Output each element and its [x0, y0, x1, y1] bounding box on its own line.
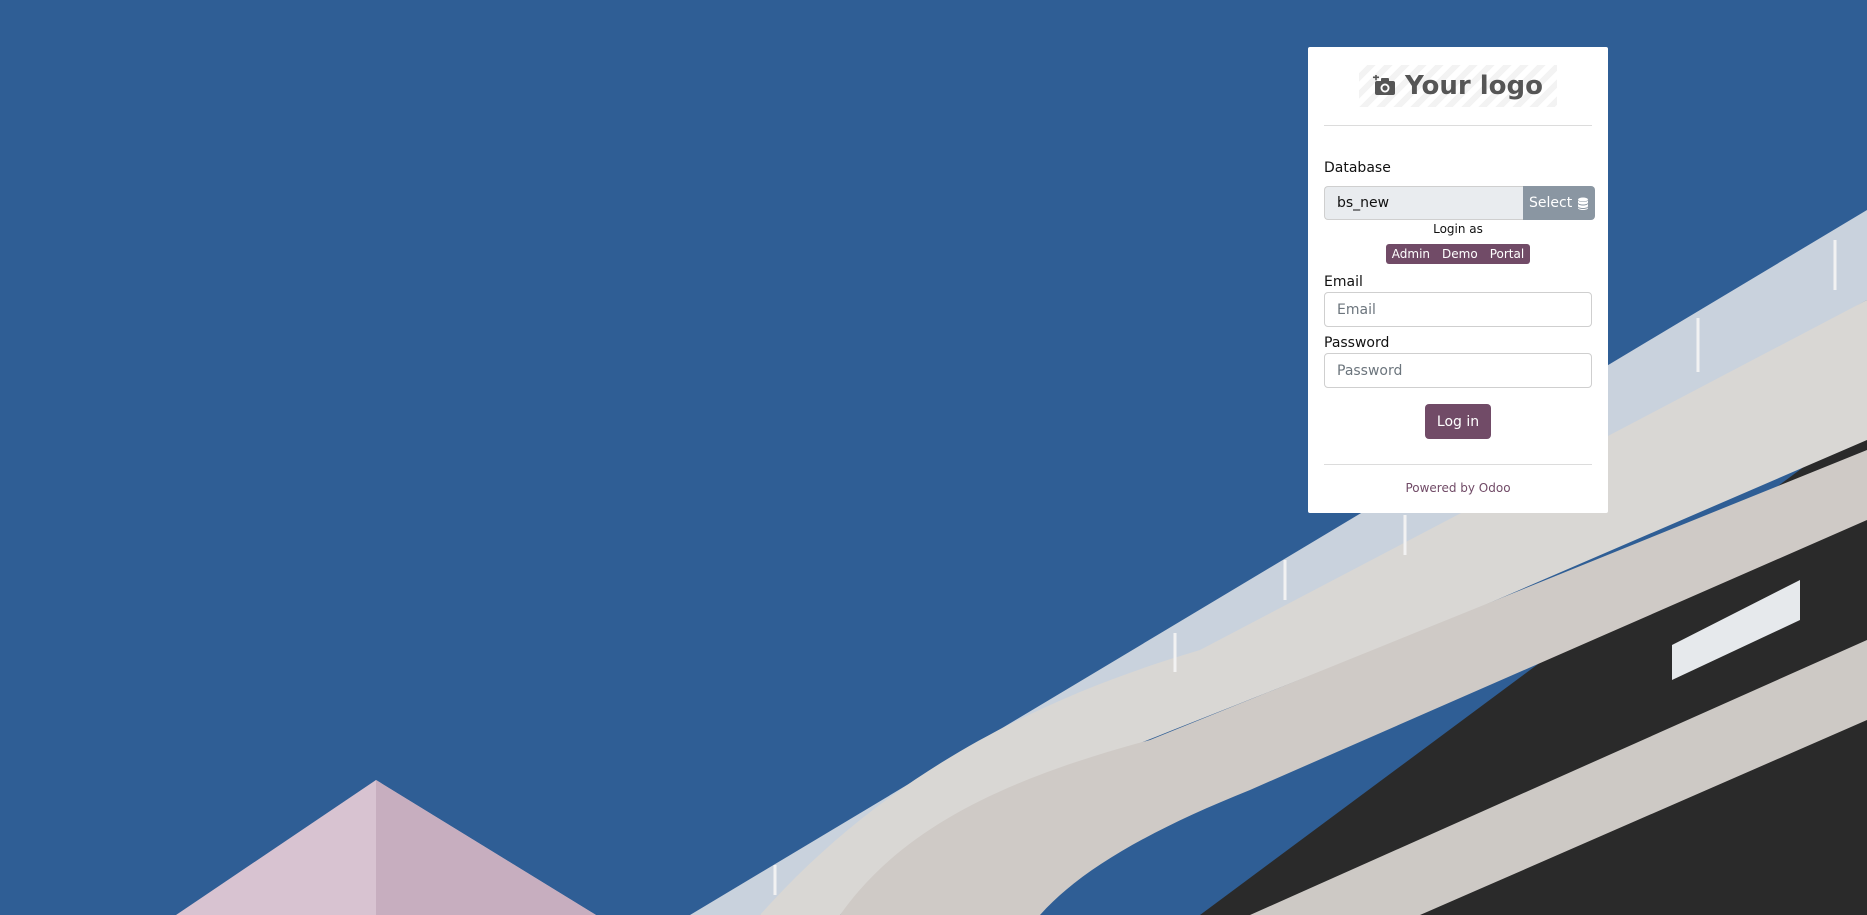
- password-field[interactable]: [1324, 353, 1592, 388]
- role-button-group: Admin Demo Portal: [1385, 244, 1531, 264]
- login-card: Your logo Database Select Login as Admin…: [1308, 47, 1608, 513]
- logo-text: Your logo: [1405, 71, 1543, 101]
- login-as-portal-button[interactable]: Portal: [1484, 244, 1530, 264]
- powered-by: Powered by Odoo: [1324, 481, 1592, 495]
- email-label: Email: [1324, 274, 1363, 290]
- select-database-label: Select: [1529, 195, 1573, 211]
- login-as-roles: Admin Demo Portal: [1324, 244, 1592, 264]
- login-as-demo-button[interactable]: Demo: [1436, 244, 1484, 264]
- footer-divider: [1324, 464, 1592, 465]
- select-database-button[interactable]: Select: [1523, 186, 1596, 220]
- password-label: Password: [1324, 335, 1390, 351]
- login-button-row: Log in: [1324, 404, 1592, 439]
- powered-by-odoo-link[interactable]: Powered by Odoo: [1405, 481, 1510, 495]
- logo[interactable]: Your logo: [1359, 65, 1557, 107]
- login-as-label: Login as: [1433, 222, 1483, 236]
- database-input[interactable]: [1324, 186, 1523, 220]
- database-icon: [1578, 197, 1589, 210]
- camera-plus-icon: [1373, 75, 1396, 95]
- database-row: Select: [1324, 186, 1596, 220]
- log-in-button[interactable]: Log in: [1424, 404, 1492, 439]
- database-label: Database: [1324, 160, 1391, 176]
- login-as-admin-button[interactable]: Admin: [1386, 244, 1436, 264]
- email-field[interactable]: [1324, 292, 1592, 327]
- logo-area[interactable]: Your logo: [1324, 47, 1592, 126]
